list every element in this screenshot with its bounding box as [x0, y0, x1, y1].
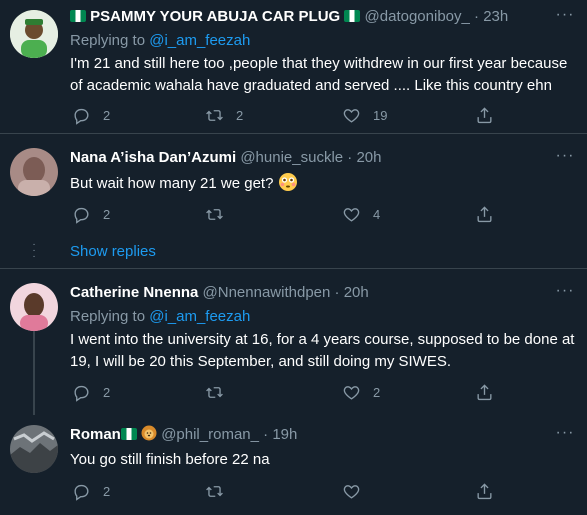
more-icon[interactable]: ···	[555, 283, 575, 304]
separator-dot: ·	[263, 426, 269, 443]
share-button[interactable]	[475, 105, 494, 125]
display-name[interactable]: Nana A’isha Dan’Azumi	[70, 149, 236, 166]
tweet-actions: 2 2	[70, 382, 517, 402]
replying-to-label: Replying to	[70, 308, 146, 325]
like-icon	[343, 385, 360, 400]
avatar[interactable]	[10, 10, 58, 58]
lion-icon	[141, 425, 157, 441]
tweet[interactable]: Catherine Nnenna @Nnennawithdpen · 20h ·…	[0, 269, 587, 415]
reply-button[interactable]: 2	[72, 105, 110, 125]
tweet-header: PSAMMY YOUR ABUJA CAR PLUG @datogoniboy_…	[70, 7, 547, 27]
retweet-button[interactable]: 2	[205, 105, 243, 125]
retweet-count: 2	[236, 107, 244, 123]
tweet-actions: 2 4	[70, 204, 517, 224]
tweet[interactable]: Nana A’isha Dan’Azumi @hunie_suckle · 20…	[0, 134, 587, 267]
separator-dot: ·	[347, 149, 353, 166]
tweet[interactable]: Roman @phil_roman_ · 19h ··· You go stil…	[0, 415, 587, 515]
like-button[interactable]	[342, 481, 373, 501]
avatar-image	[10, 283, 58, 331]
reply-icon	[74, 385, 89, 402]
user-handle[interactable]: @Nnennawithdpen	[203, 284, 331, 301]
share-icon	[477, 383, 492, 400]
timestamp[interactable]: 20h	[356, 149, 381, 166]
mention-link[interactable]: @i_am_feezah	[149, 32, 250, 49]
share-button[interactable]	[475, 382, 494, 402]
timestamp[interactable]: 23h	[483, 8, 508, 25]
flushed-face-icon	[278, 173, 297, 191]
like-count: 19	[373, 107, 388, 123]
reply-icon	[74, 207, 89, 224]
user-handle[interactable]: @datogoniboy_	[365, 8, 470, 25]
replying-to-label: Replying to	[70, 32, 146, 49]
reply-button[interactable]: 2	[72, 382, 110, 402]
thread-connector	[33, 331, 35, 415]
show-replies-link[interactable]: Show replies	[70, 242, 156, 262]
separator-dot: ·	[334, 284, 340, 301]
tweet-text: But wait how many 21 we get?	[70, 175, 274, 192]
like-icon	[343, 207, 360, 222]
retweet-icon	[206, 386, 223, 398]
nigeria-flag-icon	[344, 10, 361, 22]
avatar[interactable]	[10, 283, 58, 331]
reply-icon	[74, 108, 89, 125]
nigeria-flag-icon	[120, 428, 137, 440]
tweet-actions: 2	[70, 481, 517, 501]
like-count: 2	[373, 384, 381, 400]
reply-icon	[74, 484, 89, 501]
replying-to: Replying to @i_am_feezah	[70, 307, 250, 327]
timestamp[interactable]: 19h	[272, 426, 297, 443]
retweet-icon	[206, 208, 223, 220]
more-icon[interactable]: ···	[555, 148, 575, 169]
mention-link[interactable]: @i_am_feezah	[149, 308, 250, 325]
like-count: 4	[373, 206, 381, 222]
avatar-image	[10, 425, 58, 473]
reply-count: 2	[103, 384, 111, 400]
avatar[interactable]	[10, 148, 58, 196]
share-icon	[477, 482, 492, 499]
tweet-text-wrapper: But wait how many 21 we get?	[70, 172, 577, 195]
like-icon	[343, 484, 360, 499]
like-button[interactable]: 19	[342, 105, 387, 125]
separator-dot: ·	[474, 8, 480, 25]
like-button[interactable]: 4	[342, 204, 380, 224]
reply-count: 2	[103, 483, 111, 499]
reply-button[interactable]: 2	[72, 481, 110, 501]
user-handle[interactable]: @phil_roman_	[161, 426, 259, 443]
avatar[interactable]	[10, 425, 58, 473]
nigeria-flag-icon	[70, 10, 86, 22]
display-name[interactable]: Roman	[70, 426, 121, 443]
user-handle[interactable]: @hunie_suckle	[240, 149, 343, 166]
thread-dots: · · ·	[32, 239, 36, 262]
tweet-header: Nana A’isha Dan’Azumi @hunie_suckle · 20…	[70, 148, 547, 168]
reply-count: 2	[103, 107, 111, 123]
avatar-image	[10, 148, 58, 196]
tweet-header: Catherine Nnenna @Nnennawithdpen · 20h	[70, 283, 547, 303]
display-name[interactable]: Catherine Nnenna	[70, 284, 198, 301]
share-icon	[477, 106, 492, 123]
reply-button[interactable]: 2	[72, 204, 110, 224]
tweet-text: I'm 21 and still here too ,people that t…	[70, 55, 568, 94]
replying-to: Replying to @i_am_feezah	[70, 31, 250, 51]
tweet-actions: 2 2 19	[70, 105, 517, 125]
share-button[interactable]	[475, 481, 494, 501]
like-button[interactable]: 2	[342, 382, 380, 402]
retweet-button[interactable]	[205, 204, 236, 224]
more-icon[interactable]: ···	[555, 425, 575, 446]
like-icon	[343, 108, 360, 123]
retweet-button[interactable]	[205, 382, 236, 402]
more-icon[interactable]: ···	[555, 7, 575, 28]
display-name[interactable]: PSAMMY YOUR ABUJA CAR PLUG	[90, 8, 340, 25]
share-button[interactable]	[475, 204, 494, 224]
tweet-text: You go still finish before 22 na	[70, 451, 270, 468]
tweet-header: Roman @phil_roman_ · 19h	[70, 425, 547, 445]
retweet-button[interactable]	[205, 481, 236, 501]
share-icon	[477, 205, 492, 222]
tweet-text: I went into the university at 16, for a …	[70, 331, 575, 370]
retweet-icon	[206, 485, 223, 497]
tweet[interactable]: PSAMMY YOUR ABUJA CAR PLUG @datogoniboy_…	[0, 0, 587, 133]
retweet-icon	[206, 109, 223, 121]
timestamp[interactable]: 20h	[344, 284, 369, 301]
avatar-image	[10, 10, 58, 58]
reply-count: 2	[103, 206, 111, 222]
